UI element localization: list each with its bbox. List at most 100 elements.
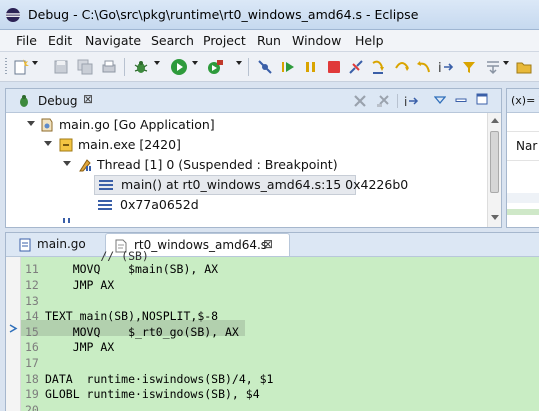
line-number: 13 <box>25 294 39 308</box>
line-number: 19 <box>25 387 39 401</box>
terminate-icon[interactable] <box>325 58 343 76</box>
view-menu-icon[interactable] <box>434 95 446 105</box>
step-over-icon[interactable] <box>393 58 411 76</box>
variables-view-tab-label[interactable]: (x)= V <box>511 94 539 107</box>
debug-view-tab-label[interactable]: Debug <box>38 94 77 108</box>
svg-text:i: i <box>438 61 442 76</box>
code-line-current: MOVQ $_rt0_go(SB), AX <box>45 325 239 339</box>
line-number: 12 <box>25 278 39 292</box>
view-toolbar-separator <box>397 94 398 108</box>
menu-navigate[interactable]: Navigate <box>85 33 141 48</box>
instruction-stepping-icon[interactable]: i <box>437 58 455 76</box>
tab-label: rt0_windows_amd64.s <box>134 238 268 252</box>
code-editor[interactable]: // (SB) 11 MOVQ $main(SB), AX 12 JMP AX … <box>6 249 539 411</box>
line-number: 11 <box>25 262 39 276</box>
toolbar-grip[interactable] <box>5 58 7 76</box>
code-line: TEXT main(SB),NOSPLIT,$-8 <box>45 309 219 323</box>
run-dropdown-icon[interactable] <box>192 61 198 65</box>
line-number: 18 <box>25 372 39 386</box>
remove-terminated-icon[interactable] <box>352 93 368 109</box>
line-number: 17 <box>25 356 39 370</box>
debug-view: Debug ⊠ i main.go [Go Application] main.… <box>5 88 502 228</box>
run-icon[interactable] <box>170 58 188 76</box>
window-title: Debug - C:\Go\src\pkg\runtime\rt0_window… <box>28 7 419 22</box>
suspended-thread-icon <box>79 159 91 172</box>
scroll-up-icon[interactable] <box>491 118 499 123</box>
close-icon[interactable]: ⊠ <box>83 92 93 106</box>
external-tools-icon[interactable] <box>206 58 224 76</box>
code-line: DATA runtime·iswindows(SB)/4, $1 <box>45 372 274 386</box>
eclipse-icon <box>6 8 20 22</box>
menu-project[interactable]: Project <box>203 33 246 48</box>
toolbar-separator <box>124 58 125 76</box>
minimize-view-icon[interactable] <box>455 95 467 105</box>
menu-bar: File Edit Navigate Search Project Run Wi… <box>0 30 539 52</box>
stack-frame-icon <box>99 180 113 190</box>
expand-toggle-icon[interactable] <box>63 161 71 166</box>
menu-help[interactable]: Help <box>355 33 384 48</box>
title-bar: Debug - C:\Go\src\pkg\runtime\rt0_window… <box>0 0 539 30</box>
editor-area: main.go rt0_windows_amd64.s ⊠ // (SB) 11… <box>5 232 539 411</box>
variables-header-row: Nar <box>507 131 539 161</box>
stack-frame-icon <box>98 200 112 210</box>
stack-frame-label: main() at rt0_windows_amd64.s:15 0x4226b… <box>121 177 409 192</box>
tree-item-process[interactable]: main.exe [2420] <box>78 135 181 155</box>
menu-window[interactable]: Window <box>292 33 341 48</box>
debug-bug-icon[interactable] <box>132 58 150 76</box>
line-number: 20 <box>25 403 39 411</box>
go-file-icon <box>19 238 31 252</box>
variables-row-shade <box>507 193 539 203</box>
menu-file[interactable]: File <box>16 33 37 48</box>
partial-tree-item-icon <box>63 218 70 223</box>
suspend-icon[interactable] <box>302 58 320 76</box>
tree-item-thread[interactable]: Thread [1] 0 (Suspended : Breakpoint) <box>97 155 338 175</box>
step-return-icon[interactable] <box>415 58 433 76</box>
code-line: JMP AX <box>45 278 115 292</box>
scrollbar-thumb[interactable] <box>490 131 499 193</box>
svg-text:i: i <box>404 95 407 109</box>
debug-dropdown-icon[interactable] <box>154 61 160 65</box>
expand-toggle-icon[interactable] <box>27 121 35 126</box>
editor-ruler <box>6 257 21 411</box>
main-toolbar: i <box>0 52 539 82</box>
remove-all-terminated-icon[interactable] <box>375 93 391 109</box>
menu-run[interactable]: Run <box>257 33 281 48</box>
tree-item-stack-frame-selected[interactable]: main() at rt0_windows_amd64.s:15 0x4226b… <box>94 175 408 195</box>
line-number: 14 <box>25 309 39 323</box>
step-into-icon[interactable] <box>370 58 388 76</box>
instruction-stepping-icon[interactable]: i <box>403 93 421 109</box>
debug-view-tab-bar: Debug ⊠ i <box>6 89 501 113</box>
scroll-down-icon[interactable] <box>491 215 499 220</box>
toolbar-separator <box>248 58 249 76</box>
variables-view-tab-bar: (x)= V <box>507 89 539 113</box>
disconnect-icon[interactable] <box>347 58 365 76</box>
line-number: 16 <box>25 340 39 354</box>
use-step-filters-icon[interactable] <box>460 58 478 76</box>
save-icon[interactable] <box>52 58 70 76</box>
tree-item-stack-frame[interactable]: 0x77a0652d <box>120 195 199 215</box>
print-icon[interactable] <box>100 58 118 76</box>
variables-view: (x)= V Nar <box>506 88 539 228</box>
debug-view-scrollbar[interactable] <box>487 113 501 227</box>
toolbar-more-dropdown-icon[interactable] <box>503 61 509 65</box>
menu-edit[interactable]: Edit <box>48 33 72 48</box>
open-folder-icon[interactable] <box>515 58 533 76</box>
save-all-icon[interactable] <box>76 58 94 76</box>
instruction-pointer-icon <box>9 324 18 333</box>
new-dropdown-icon[interactable] <box>32 61 38 65</box>
variables-name-column-header[interactable]: Nar <box>516 139 537 153</box>
tree-item-launch[interactable]: main.go [Go Application] <box>59 115 215 135</box>
external-tools-dropdown-icon[interactable] <box>236 61 242 65</box>
new-icon[interactable] <box>12 58 30 76</box>
debug-view-bug-icon <box>20 95 28 107</box>
drop-to-frame-icon[interactable] <box>484 58 502 76</box>
expand-toggle-icon[interactable] <box>44 141 52 146</box>
close-icon[interactable]: ⊠ <box>263 237 273 251</box>
menu-search[interactable]: Search <box>151 33 194 48</box>
maximize-view-icon[interactable] <box>476 93 488 105</box>
code-line-partial: // (SB) <box>45 249 149 263</box>
skip-breakpoints-icon[interactable] <box>256 58 274 76</box>
code-line: JMP AX <box>45 340 115 354</box>
resume-icon[interactable] <box>279 58 297 76</box>
variables-hscroll[interactable] <box>507 209 539 215</box>
